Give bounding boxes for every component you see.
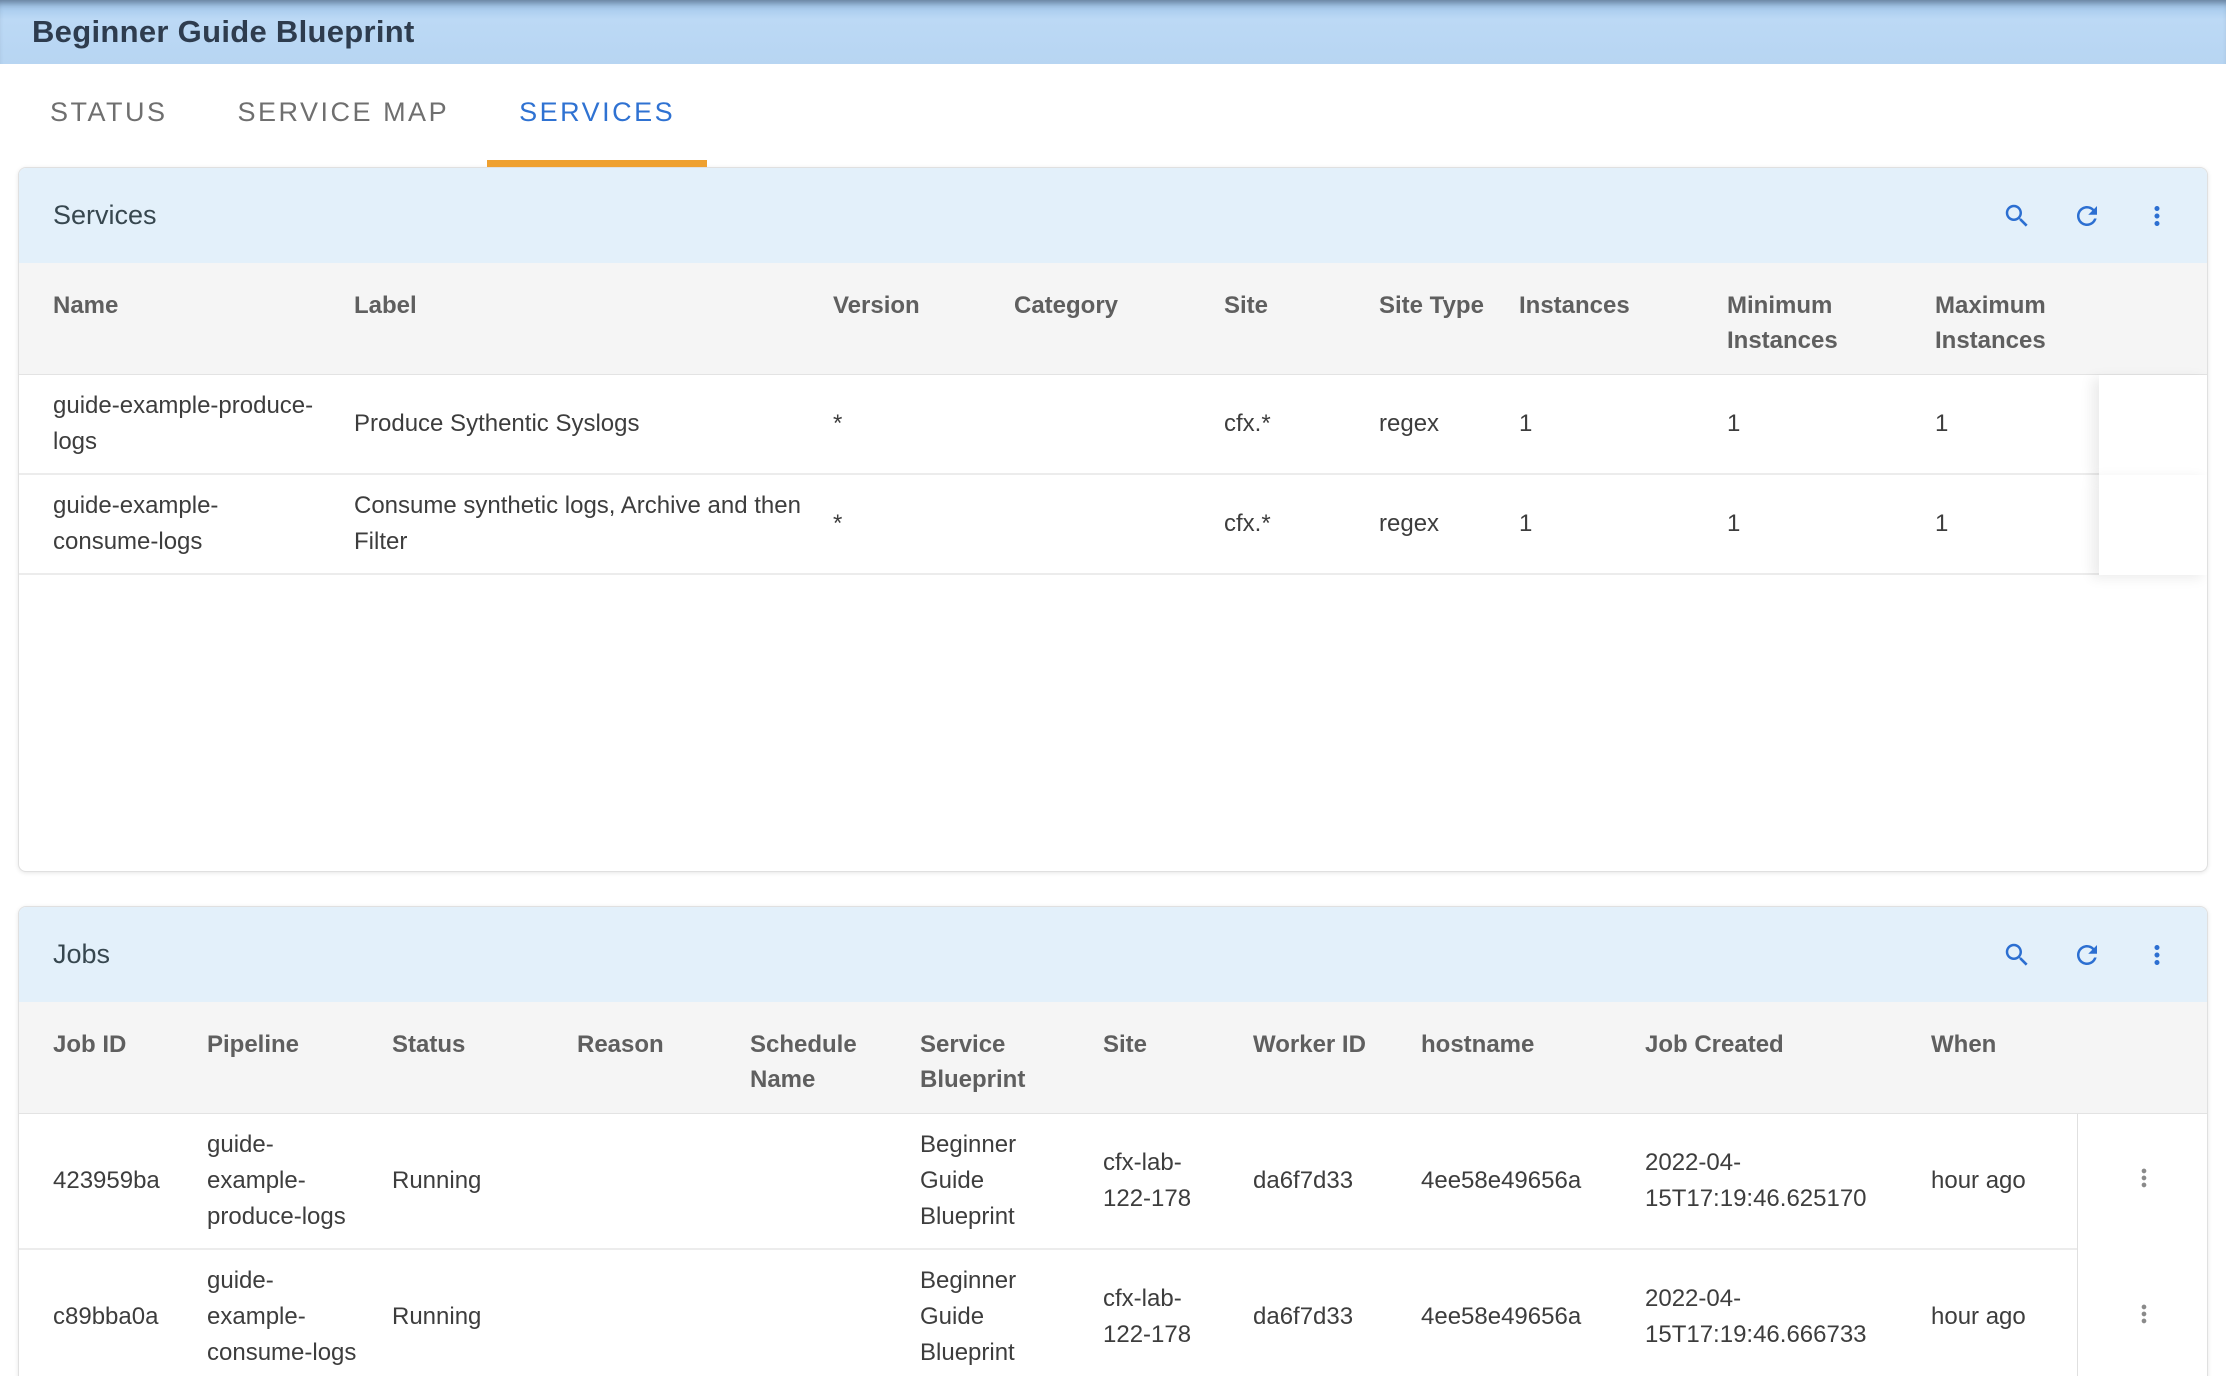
services-header-row: Name Label Version Category Site Site Ty… bbox=[19, 263, 2208, 375]
service-row: guide-example-produce-logs Produce Sythe… bbox=[19, 375, 2208, 475]
col-site-type: Site Type bbox=[1363, 263, 1503, 375]
col-worker-id: Worker ID bbox=[1237, 1002, 1405, 1114]
job-when: hour ago bbox=[1915, 1250, 2077, 1376]
col-status: Status bbox=[376, 1002, 561, 1114]
col-site: Site bbox=[1087, 1002, 1237, 1114]
job-created: 2022-04-15T17:19:46.666733 bbox=[1629, 1250, 1915, 1376]
job-id: 423959ba bbox=[19, 1114, 191, 1250]
row-kebab-menu-icon[interactable] bbox=[2127, 1161, 2161, 1195]
service-row: guide-example-consume-logs Consume synth… bbox=[19, 475, 2208, 575]
col-maximum-instances: Maximum Instances bbox=[1919, 263, 2099, 375]
page-header: Beginner Guide Blueprint bbox=[0, 0, 2226, 64]
job-status: Running bbox=[376, 1250, 561, 1376]
service-minimum-instances: 1 bbox=[1711, 475, 1919, 575]
job-pipeline: guide-example-produce-logs bbox=[191, 1114, 376, 1250]
col-job-created: Job Created bbox=[1629, 1002, 1915, 1114]
jobs-panel-title: Jobs bbox=[53, 939, 110, 970]
col-job-id: Job ID bbox=[19, 1002, 191, 1114]
service-version: * bbox=[817, 475, 998, 575]
col-actions bbox=[2099, 263, 2208, 375]
col-site: Site bbox=[1208, 263, 1363, 375]
col-when: When bbox=[1915, 1002, 2077, 1114]
refresh-icon[interactable] bbox=[2071, 200, 2103, 232]
services-panel: Services Name Label bbox=[18, 167, 2208, 872]
col-minimum-instances: Minimum Instances bbox=[1711, 263, 1919, 375]
job-site: cfx-lab-122-178 bbox=[1087, 1114, 1237, 1250]
service-label: Consume synthetic logs, Archive and then… bbox=[338, 475, 817, 575]
job-status: Running bbox=[376, 1114, 561, 1250]
col-actions bbox=[2077, 1002, 2208, 1114]
col-reason: Reason bbox=[561, 1002, 734, 1114]
job-row: 423959ba guide-example-produce-logs Runn… bbox=[19, 1114, 2208, 1250]
tab-service-map[interactable]: SERVICE MAP bbox=[206, 64, 482, 167]
service-label: Produce Sythentic Syslogs bbox=[338, 375, 817, 475]
job-id: c89bba0a bbox=[19, 1250, 191, 1376]
col-instances: Instances bbox=[1503, 263, 1711, 375]
service-site: cfx.* bbox=[1208, 475, 1363, 575]
jobs-toolbar bbox=[2001, 939, 2173, 971]
job-actions-cell bbox=[2077, 1114, 2208, 1250]
service-site: cfx.* bbox=[1208, 375, 1363, 475]
col-hostname: hostname bbox=[1405, 1002, 1629, 1114]
job-site: cfx-lab-122-178 bbox=[1087, 1250, 1237, 1376]
job-actions-cell bbox=[2077, 1250, 2208, 1376]
job-when: hour ago bbox=[1915, 1114, 2077, 1250]
tab-bar: STATUS SERVICE MAP SERVICES bbox=[0, 64, 2226, 167]
col-name: Name bbox=[19, 263, 338, 375]
jobs-header-row: Job ID Pipeline Status Reason Schedule N… bbox=[19, 1002, 2208, 1114]
job-row: c89bba0a guide-example-consume-logs Runn… bbox=[19, 1250, 2208, 1376]
col-pipeline: Pipeline bbox=[191, 1002, 376, 1114]
job-service-blueprint: Beginner Guide Blueprint bbox=[904, 1250, 1087, 1376]
service-instances: 1 bbox=[1503, 475, 1711, 575]
job-reason bbox=[561, 1114, 734, 1250]
col-version: Version bbox=[817, 263, 998, 375]
job-created: 2022-04-15T17:19:46.625170 bbox=[1629, 1114, 1915, 1250]
service-category bbox=[998, 375, 1208, 475]
search-icon[interactable] bbox=[2001, 939, 2033, 971]
service-actions-cell bbox=[2099, 475, 2208, 575]
tab-status[interactable]: STATUS bbox=[18, 64, 200, 167]
job-hostname: 4ee58e49656a bbox=[1405, 1114, 1629, 1250]
service-name: guide-example-produce-logs bbox=[19, 375, 338, 475]
search-icon[interactable] bbox=[2001, 200, 2033, 232]
page-title: Beginner Guide Blueprint bbox=[32, 14, 415, 50]
services-panel-title: Services bbox=[53, 200, 157, 231]
col-service-blueprint: Service Blueprint bbox=[904, 1002, 1087, 1114]
services-panel-header: Services bbox=[19, 168, 2207, 263]
col-category: Category bbox=[998, 263, 1208, 375]
service-instances: 1 bbox=[1503, 375, 1711, 475]
job-hostname: 4ee58e49656a bbox=[1405, 1250, 1629, 1376]
tab-services[interactable]: SERVICES bbox=[487, 64, 707, 167]
refresh-icon[interactable] bbox=[2071, 939, 2103, 971]
service-actions-cell bbox=[2099, 375, 2208, 475]
job-schedule-name bbox=[734, 1114, 904, 1250]
jobs-panel-header: Jobs bbox=[19, 907, 2207, 1002]
kebab-menu-icon[interactable] bbox=[2141, 200, 2173, 232]
job-pipeline: guide-example-consume-logs bbox=[191, 1250, 376, 1376]
kebab-menu-icon[interactable] bbox=[2141, 939, 2173, 971]
services-table: Name Label Version Category Site Site Ty… bbox=[19, 263, 2208, 575]
jobs-panel: Jobs Job ID Pipeline bbox=[18, 906, 2208, 1376]
service-version: * bbox=[817, 375, 998, 475]
jobs-table: Job ID Pipeline Status Reason Schedule N… bbox=[19, 1002, 2208, 1376]
service-category bbox=[998, 475, 1208, 575]
service-maximum-instances: 1 bbox=[1919, 475, 2099, 575]
services-toolbar bbox=[2001, 200, 2173, 232]
jobs-table-area: Job ID Pipeline Status Reason Schedule N… bbox=[19, 1002, 2207, 1376]
col-schedule-name: Schedule Name bbox=[734, 1002, 904, 1114]
service-name: guide-example-consume-logs bbox=[19, 475, 338, 575]
service-minimum-instances: 1 bbox=[1711, 375, 1919, 475]
col-label: Label bbox=[338, 263, 817, 375]
job-worker-id: da6f7d33 bbox=[1237, 1250, 1405, 1376]
job-schedule-name bbox=[734, 1250, 904, 1376]
job-reason bbox=[561, 1250, 734, 1376]
services-table-area: Name Label Version Category Site Site Ty… bbox=[19, 263, 2207, 871]
service-site-type: regex bbox=[1363, 375, 1503, 475]
job-worker-id: da6f7d33 bbox=[1237, 1114, 1405, 1250]
service-site-type: regex bbox=[1363, 475, 1503, 575]
row-kebab-menu-icon[interactable] bbox=[2127, 1297, 2161, 1331]
job-service-blueprint: Beginner Guide Blueprint bbox=[904, 1114, 1087, 1250]
service-maximum-instances: 1 bbox=[1919, 375, 2099, 475]
